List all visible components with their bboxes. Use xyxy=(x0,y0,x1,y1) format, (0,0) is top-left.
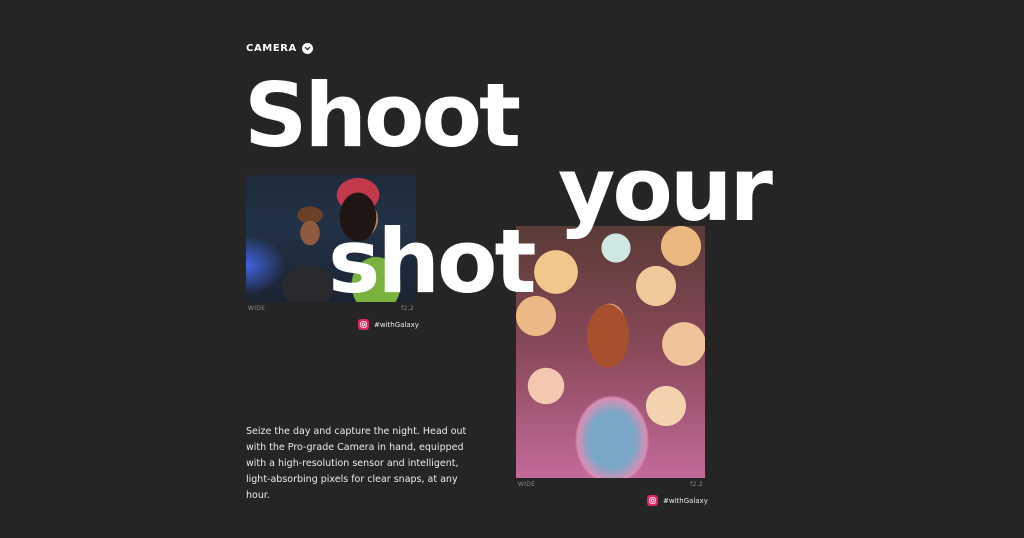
lens-label: WIDE xyxy=(248,305,266,312)
aperture-label: f2.2 xyxy=(690,481,703,488)
photo-caption: WIDE f2.2 xyxy=(518,481,703,488)
chevron-down-icon xyxy=(301,43,313,54)
instagram-icon xyxy=(647,495,658,506)
headline-word-shoot: Shoot xyxy=(244,64,521,167)
hashtag-link[interactable]: #withGalaxy xyxy=(647,495,708,506)
camera-section-toggle[interactable]: CAMERA xyxy=(246,43,313,54)
instagram-icon xyxy=(358,319,369,330)
photo-light-glow xyxy=(246,235,286,295)
body-copy: Seize the day and capture the night. Hea… xyxy=(246,426,467,501)
headline-word-your: your xyxy=(558,138,773,241)
headline-word-shot: shot xyxy=(328,210,537,313)
hashtag-text: #withGalaxy xyxy=(663,496,708,505)
hashtag-text: #withGalaxy xyxy=(374,320,419,329)
photo-balloon-selfie xyxy=(516,226,705,478)
section-label: CAMERA xyxy=(246,43,297,54)
lens-label: WIDE xyxy=(518,481,536,488)
hashtag-link[interactable]: #withGalaxy xyxy=(358,319,419,330)
